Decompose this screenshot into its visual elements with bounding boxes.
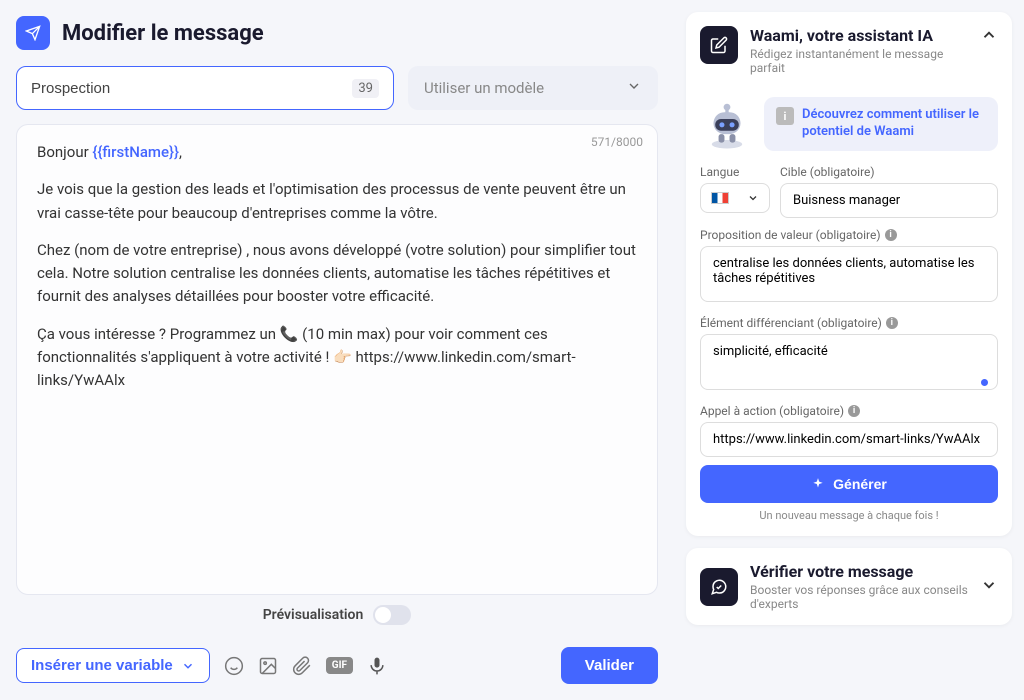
insert-variable-button[interactable]: Insérer une variable [16, 648, 210, 683]
chevron-down-icon [626, 78, 642, 98]
page-title: Modifier le message [62, 21, 264, 46]
robot-icon [700, 97, 754, 151]
editor-para-3: Ça vous intéresse ? Programmez un 📞 (10 … [37, 323, 637, 393]
template-select[interactable]: Utiliser un modèle [408, 66, 658, 110]
image-icon[interactable] [258, 656, 278, 676]
waami-panel: Waami, votre assistant IA Rédigez instan… [686, 12, 1012, 536]
attachment-icon[interactable] [292, 656, 312, 676]
generate-note: Un nouveau message à chaque fois ! [700, 509, 998, 522]
status-dot-icon [981, 379, 988, 386]
chevron-down-icon [181, 659, 195, 673]
edit-icon [700, 26, 738, 64]
verify-title: Vérifier votre message [750, 562, 968, 581]
cta-input[interactable] [700, 422, 998, 457]
waami-tip-box[interactable]: i Découvrez comment utiliser le potentie… [764, 97, 998, 151]
waami-subtitle: Rédigez instantanément le message parfai… [750, 47, 968, 75]
differenciant-input[interactable] [700, 334, 998, 390]
cta-label: Appel à action (obligatoire) i [700, 404, 998, 418]
langue-label: Langue [700, 165, 770, 179]
verify-panel[interactable]: Vérifier votre message Booster vos répon… [686, 548, 1012, 625]
message-editor[interactable]: 571/8000 Bonjour {{firstName}}, Je vois … [16, 124, 658, 595]
proposition-label: Proposition de valeur (obligatoire) i [700, 228, 998, 242]
waami-tip: i Découvrez comment utiliser le potentie… [700, 89, 998, 165]
info-icon[interactable]: i [885, 229, 897, 241]
proposition-input[interactable] [700, 246, 998, 302]
chevron-down-icon [747, 192, 759, 204]
editor-char-count: 571/8000 [591, 135, 643, 149]
info-icon[interactable]: i [848, 405, 860, 417]
verify-subtitle: Booster vos réponses grâce aux conseils … [750, 583, 968, 611]
chevron-up-icon [980, 26, 998, 48]
voice-note-icon[interactable] [367, 656, 387, 676]
send-icon [16, 16, 50, 50]
chevron-down-icon [980, 576, 998, 598]
validate-button[interactable]: Valider [561, 647, 658, 684]
differenciant-label: Élément différenciant (obligatoire) i [700, 316, 998, 330]
language-select[interactable] [700, 183, 770, 213]
info-icon: i [776, 107, 794, 125]
cible-input[interactable] [780, 183, 998, 218]
emoji-icon[interactable] [224, 656, 244, 676]
name-char-count: 39 [352, 79, 379, 98]
preview-toggle-row: Prévisualisation [16, 595, 658, 635]
generate-button[interactable]: Générer [700, 465, 998, 503]
bottom-toolbar: Insérer une variable GIF [16, 635, 658, 700]
waami-tip-text: Découvrez comment utiliser le potentiel … [802, 107, 986, 141]
firstname-variable: {{firstName}} [92, 143, 179, 161]
page-header: Modifier le message [16, 16, 658, 50]
preview-toggle[interactable] [373, 605, 411, 625]
gif-icon[interactable]: GIF [326, 657, 353, 674]
chat-check-icon [700, 568, 738, 606]
waami-title: Waami, votre assistant IA [750, 26, 968, 45]
editor-para-1: Je vois que la gestion des leads et l'op… [37, 178, 637, 225]
preview-label: Prévisualisation [263, 607, 364, 623]
message-name-field[interactable]: 39 [16, 66, 394, 110]
editor-para-2: Chez (nom de votre entreprise) , nous av… [37, 239, 637, 309]
cible-label: Cible (obligatoire) [780, 165, 998, 179]
template-placeholder: Utiliser un modèle [424, 79, 544, 97]
sparkle-icon [811, 477, 825, 491]
flag-fr-icon [711, 192, 729, 204]
editor-body[interactable]: Bonjour {{firstName}}, Je vois que la ge… [37, 141, 637, 392]
message-name-input[interactable] [31, 80, 352, 97]
waami-header[interactable]: Waami, votre assistant IA Rédigez instan… [700, 26, 998, 75]
greeting-text: Bonjour [37, 143, 92, 161]
info-icon[interactable]: i [886, 317, 898, 329]
